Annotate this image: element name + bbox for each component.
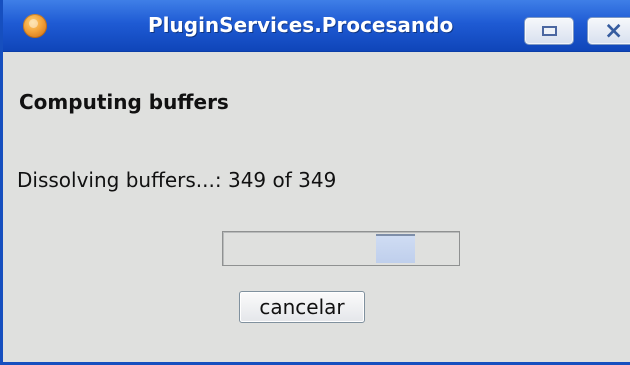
dialog-content: Computing buffers Dissolving buffers...:…	[3, 53, 630, 362]
progress-status-text: Dissolving buffers...: 349 of 349	[17, 168, 337, 192]
window-titlebar[interactable]: PluginServices.Procesando ×	[3, 0, 630, 52]
processing-dialog-window: PluginServices.Procesando × Computing bu…	[0, 0, 630, 365]
progress-bar	[222, 231, 460, 266]
close-button[interactable]: ×	[587, 17, 630, 45]
dialog-heading: Computing buffers	[19, 90, 229, 114]
java-app-icon	[23, 14, 47, 38]
cancel-button[interactable]: cancelar	[239, 291, 365, 323]
progress-indicator	[376, 234, 415, 263]
restore-button[interactable]	[524, 17, 574, 45]
window-title: PluginServices.Procesando	[148, 13, 454, 37]
close-icon: ×	[604, 18, 624, 44]
restore-icon	[542, 26, 557, 36]
